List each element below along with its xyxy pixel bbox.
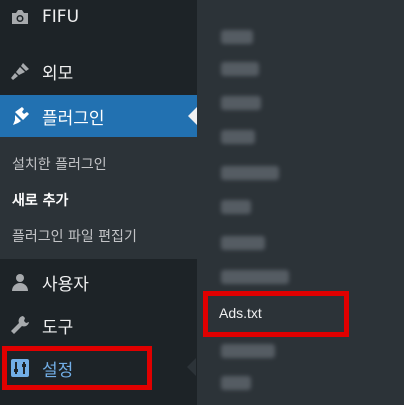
- blurred-submenu-item[interactable]: [221, 200, 251, 214]
- blurred-submenu-item[interactable]: [221, 62, 259, 76]
- menu-item-label: 사용자: [42, 274, 89, 295]
- blurred-submenu-item[interactable]: [221, 270, 289, 284]
- menu-item-label: FIFU: [42, 7, 80, 27]
- settings-highlight-box: [2, 346, 152, 390]
- menu-item-fifu[interactable]: FIFU: [0, 0, 197, 36]
- submenu-item-add-new[interactable]: 새로 추가: [12, 190, 68, 210]
- user-icon: [8, 270, 32, 294]
- active-indicator: [188, 107, 197, 125]
- blurred-submenu-item[interactable]: [221, 30, 253, 44]
- blurred-submenu-item[interactable]: [221, 166, 279, 180]
- menu-item-tools[interactable]: 도구: [0, 306, 197, 344]
- paintbrush-icon: [8, 59, 32, 83]
- plugins-submenu: 설치한 플러그인 새로 추가 플러그인 파일 편집기: [0, 137, 197, 259]
- admin-sidebar-menu: FIFU 외모 플러그인 설치한 플러그인 새로 추가 플러그인 파일 편집기: [0, 0, 197, 405]
- ads-txt-highlight-box: [203, 291, 349, 337]
- plugin-icon: [8, 104, 32, 128]
- submenu-item-plugin-file-editor[interactable]: 플러그인 파일 편집기: [12, 226, 137, 246]
- wrench-icon: [8, 313, 32, 337]
- flyout-pointer: [187, 358, 196, 376]
- blurred-submenu-item[interactable]: [221, 376, 251, 390]
- menu-item-plugins[interactable]: 플러그인: [0, 95, 197, 137]
- settings-flyout-submenu: Ads.txt: [197, 0, 404, 405]
- menu-item-label: 도구: [42, 317, 74, 338]
- menu-item-label: 외모: [42, 63, 74, 84]
- blurred-submenu-item[interactable]: [221, 130, 255, 144]
- menu-item-appearance[interactable]: 외모: [0, 52, 197, 90]
- menu-item-label: 플러그인: [42, 108, 105, 129]
- blurred-submenu-item[interactable]: [221, 344, 275, 358]
- blurred-submenu-item[interactable]: [221, 96, 261, 110]
- blurred-submenu-item[interactable]: [221, 236, 265, 250]
- menu-item-users[interactable]: 사용자: [0, 263, 197, 301]
- submenu-item-installed-plugins[interactable]: 설치한 플러그인: [12, 154, 107, 174]
- camera-icon: [8, 5, 32, 29]
